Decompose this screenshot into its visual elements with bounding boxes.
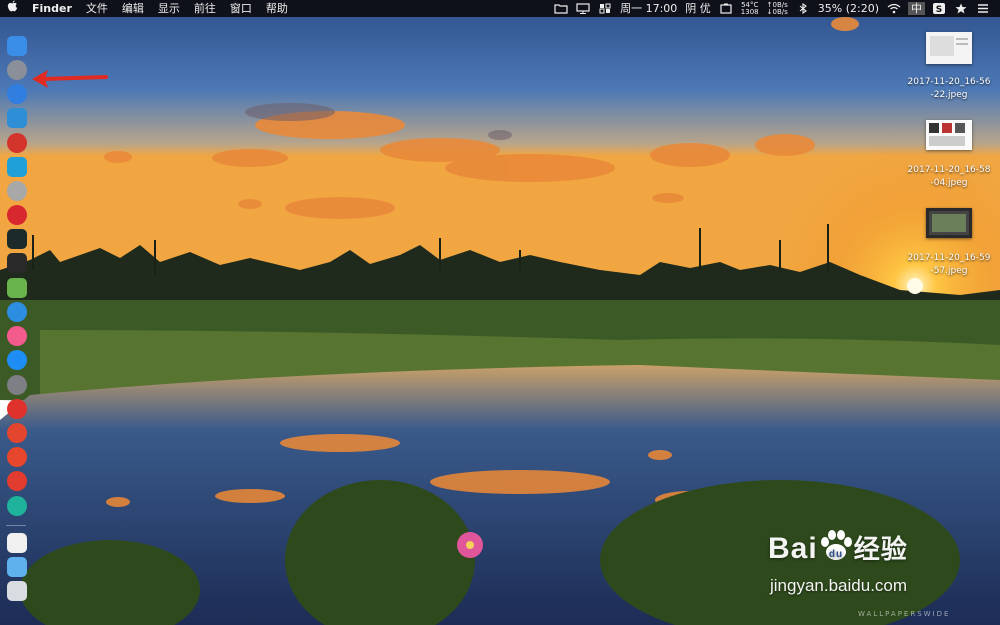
menu-go[interactable]: 前往 (187, 0, 223, 17)
svg-text:S: S (936, 5, 942, 14)
red-arrow-annotation (32, 70, 108, 88)
system-preferences-icon[interactable] (7, 375, 27, 395)
cpu-temp-monitor[interactable]: 54°C 1308 (737, 0, 763, 17)
file-thumbnail (926, 120, 972, 150)
activity-monitor-icon[interactable] (7, 229, 27, 249)
menu-file[interactable]: 文件 (79, 0, 115, 17)
fan-rpm: 1308 (740, 7, 759, 16)
app-store-blue-icon[interactable] (7, 302, 27, 322)
dock (0, 36, 32, 608)
migration-icon[interactable] (7, 157, 27, 177)
terminal-icon[interactable] (7, 253, 27, 273)
watermark-url: jingyan.baidu.com (770, 576, 908, 595)
folder-status-icon[interactable] (554, 3, 568, 14)
battery-status[interactable]: 35% (2:20) (814, 0, 883, 17)
vivaldi-icon[interactable] (7, 471, 27, 491)
watermark-logo-text: Bai (768, 532, 818, 565)
bluetooth-icon[interactable] (796, 3, 810, 14)
menu-edit[interactable]: 编辑 (115, 0, 151, 17)
svg-text:du: du (829, 549, 843, 560)
dock-separator (6, 525, 26, 526)
display-icon[interactable] (576, 3, 590, 14)
file-name: 2017-11-20_16-59 -57.jpeg (907, 253, 991, 276)
file-name: 2017-11-20_16-58 -04.jpeg (907, 165, 991, 188)
star-icon[interactable] (954, 3, 968, 14)
clock[interactable]: 周一 17:00 (616, 0, 681, 17)
safari-icon[interactable] (7, 84, 27, 104)
document-icon[interactable] (7, 533, 27, 553)
wallpaper-credit: WALLPAPERSWIDE (858, 610, 951, 618)
desktop-file[interactable]: 2017-11-20_16-58 -04.jpeg (899, 120, 999, 190)
app-store-icon[interactable] (7, 350, 27, 370)
yandex-icon[interactable] (7, 399, 27, 419)
trash-icon[interactable] (7, 581, 27, 601)
downloads-folder-icon[interactable] (7, 557, 27, 577)
file-thumbnail (926, 32, 972, 64)
net-down: ↓0B/s (766, 7, 788, 16)
maps-icon[interactable] (7, 278, 27, 298)
watermark-logo-suffix: 经验 (853, 534, 908, 564)
pin-icon[interactable] (719, 3, 733, 14)
app-cyan-icon[interactable] (7, 496, 27, 516)
preview-icon[interactable] (7, 108, 27, 128)
desktop-file[interactable]: 2017-11-20_16-59 -57.jpeg (899, 208, 999, 278)
watermark-logo: Bai du 经验 (768, 528, 908, 566)
disk-utility-icon[interactable] (7, 181, 27, 201)
network-monitor[interactable]: ↑0B/s ↓0B/s (763, 0, 792, 17)
finder-icon[interactable] (7, 36, 27, 56)
launchpad-icon[interactable] (7, 60, 27, 80)
paw-icon: du (820, 530, 852, 560)
file-name: 2017-11-20_16-56 -22.jpeg (907, 77, 991, 100)
baidu-watermark: Bai du 经验 jingyan.baidu.com (768, 522, 980, 602)
app-name-finder[interactable]: Finder (25, 0, 79, 17)
weather[interactable]: 阴 优 (681, 0, 715, 17)
chrome-icon[interactable] (7, 423, 27, 443)
menu-list-icon[interactable] (976, 3, 990, 14)
desktop-file[interactable]: 2017-11-20_16-56 -22.jpeg (899, 32, 999, 102)
window-grid-icon[interactable] (598, 3, 612, 14)
itunes-icon[interactable] (7, 326, 27, 346)
menu-bar: Finder 文件 编辑 显示 前往 窗口 帮助 周一 17:00 阴 优 54… (0, 0, 1000, 17)
file-thumbnail (926, 208, 972, 238)
input-method[interactable]: 中 (908, 2, 925, 15)
menu-view[interactable]: 显示 (151, 0, 187, 17)
app-red-icon[interactable] (7, 205, 27, 225)
s-app-icon[interactable]: S (932, 3, 946, 14)
weibo-icon[interactable] (7, 447, 27, 467)
menu-help[interactable]: 帮助 (259, 0, 295, 17)
netease-music-icon[interactable] (7, 133, 27, 153)
wifi-icon[interactable] (887, 3, 901, 14)
menu-window[interactable]: 窗口 (223, 0, 259, 17)
apple-menu-icon[interactable] (0, 0, 25, 17)
